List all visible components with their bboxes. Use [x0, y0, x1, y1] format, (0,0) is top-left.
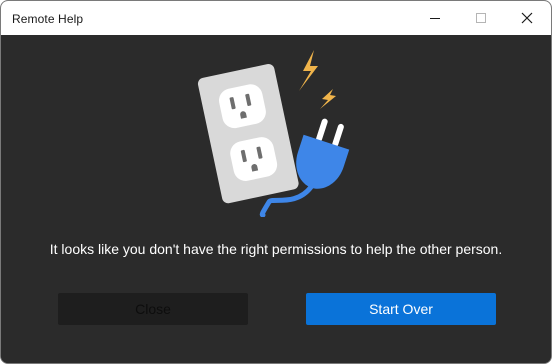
- close-icon: [521, 12, 533, 24]
- permission-message: It looks like you don't have the right p…: [49, 241, 503, 257]
- minimize-icon: [430, 17, 440, 19]
- content-area: It looks like you don't have the right p…: [1, 35, 551, 363]
- close-window-button[interactable]: [504, 1, 550, 35]
- minimize-button[interactable]: [412, 1, 458, 35]
- window-title: Remote Help: [12, 12, 84, 26]
- maximize-icon: [476, 13, 486, 23]
- unplugged-outlet-illustration: [197, 50, 350, 217]
- close-button[interactable]: Close: [58, 293, 248, 325]
- remote-help-window: Remote Help It looks like you don't have…: [0, 0, 552, 364]
- maximize-button: [458, 1, 504, 35]
- start-over-button[interactable]: Start Over: [306, 293, 496, 325]
- title-bar[interactable]: Remote Help: [1, 1, 551, 35]
